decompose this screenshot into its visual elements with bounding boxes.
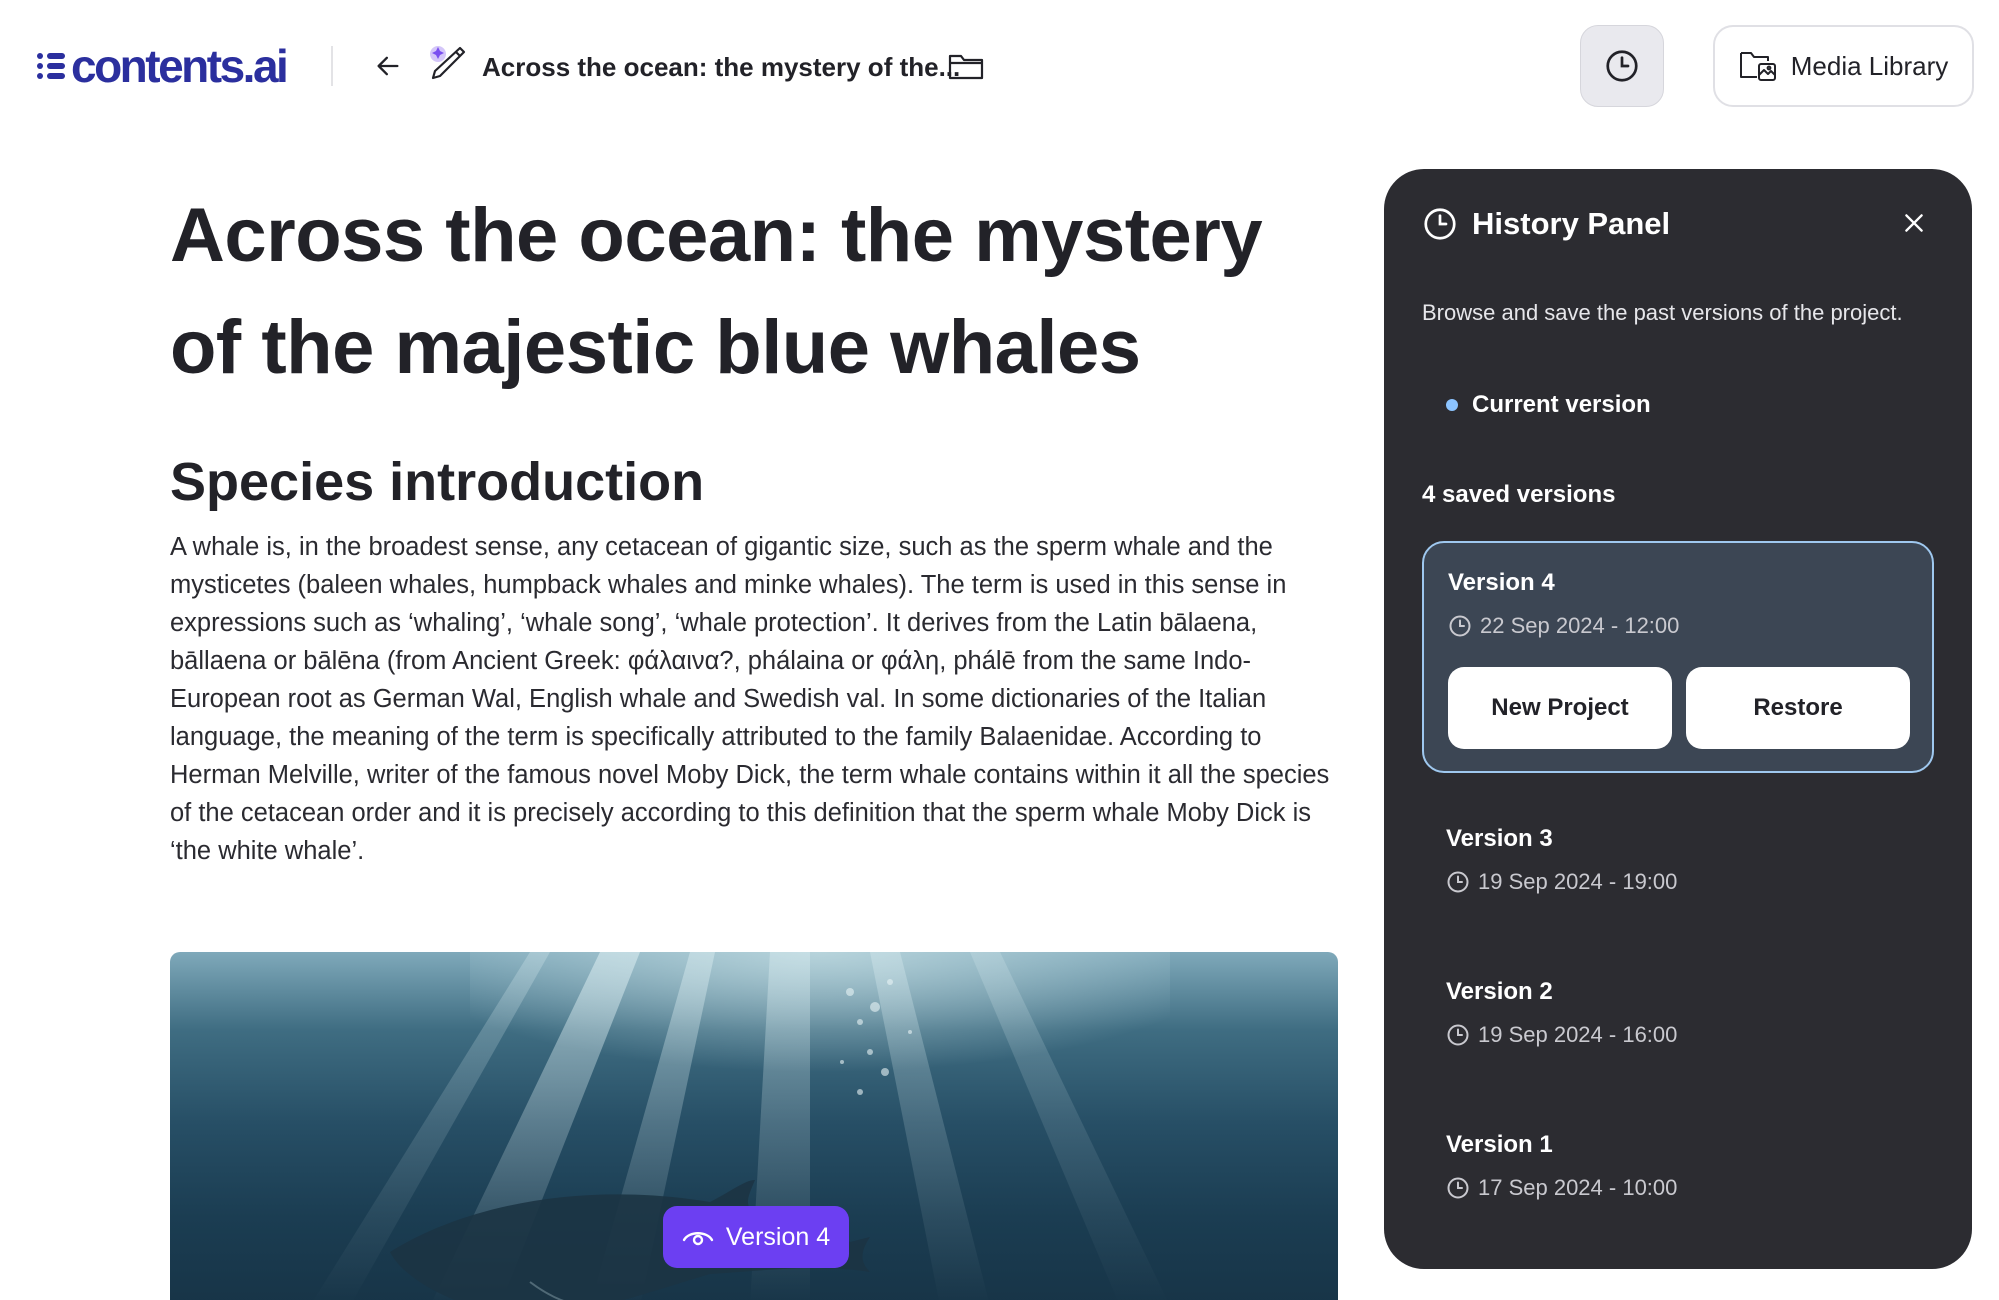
- history-button[interactable]: [1580, 25, 1664, 107]
- article-title[interactable]: Across the ocean: the mystery of the maj…: [170, 180, 1340, 404]
- eye-icon: [682, 1232, 714, 1246]
- clock-icon: [1449, 615, 1471, 637]
- clock-icon: [1606, 50, 1638, 82]
- version-preview-chip[interactable]: Version 4: [663, 1206, 849, 1268]
- back-arrow-icon: [377, 56, 399, 76]
- restore-button[interactable]: Restore: [1686, 667, 1910, 749]
- version-date-text: 17 Sep 2024 - 10:00: [1478, 1175, 1678, 1200]
- version-card-1[interactable]: Version 1 17 Sep 2024 - 10:00: [1422, 1105, 1934, 1205]
- version-card-3[interactable]: Version 3 19 Sep 2024 - 19:00: [1422, 799, 1934, 899]
- back-button[interactable]: [368, 46, 408, 86]
- version-chip-label: Version 4: [725, 1222, 831, 1251]
- version-name: Version 4: [1448, 569, 1555, 596]
- version-date-text: 22 Sep 2024 - 12:00: [1480, 613, 1680, 638]
- clock-icon: [1424, 208, 1456, 240]
- folder-button[interactable]: [946, 46, 986, 86]
- version-name: Version 1: [1446, 1131, 1553, 1158]
- header-divider: [331, 46, 333, 86]
- close-panel-button[interactable]: [1894, 203, 1934, 243]
- clock-icon: [1447, 1177, 1469, 1199]
- media-library-button[interactable]: Media Library: [1713, 25, 1974, 107]
- current-version-item[interactable]: Current version: [1446, 391, 1651, 419]
- document-title[interactable]: Across the ocean: the mystery of the...: [482, 50, 960, 84]
- section-heading[interactable]: Species introduction: [170, 450, 1340, 514]
- folder-icon: [948, 54, 984, 80]
- version-date: 19 Sep 2024 - 16:00: [1446, 1022, 1677, 1048]
- version-date: 19 Sep 2024 - 19:00: [1446, 869, 1677, 895]
- clock-icon: [1447, 871, 1469, 893]
- history-panel-header: History Panel: [1422, 199, 1670, 249]
- version-date-text: 19 Sep 2024 - 19:00: [1478, 869, 1678, 894]
- logo-list-icon: [37, 51, 67, 81]
- clock-icon: [1447, 1024, 1469, 1046]
- media-library-label: Media Library: [1790, 50, 1949, 81]
- history-panel-description: Browse and save the past versions of the…: [1422, 300, 1903, 325]
- pen-sparkle-icon: [430, 46, 466, 80]
- article-paragraph[interactable]: A whale is, in the broadest sense, any c…: [170, 528, 1340, 870]
- version-name: Version 3: [1446, 825, 1553, 852]
- version-card-2[interactable]: Version 2 19 Sep 2024 - 16:00: [1422, 952, 1934, 1052]
- logo[interactable]: contents.ai: [37, 38, 289, 94]
- current-version-label: Current version: [1472, 391, 1651, 418]
- version-card-4[interactable]: Version 4 22 Sep 2024 - 12:00 New Projec…: [1422, 541, 1934, 773]
- saved-versions-count: 4 saved versions: [1422, 481, 1616, 508]
- close-icon: [1905, 214, 1923, 232]
- article: Across the ocean: the mystery of the maj…: [170, 180, 1340, 870]
- new-project-button[interactable]: New Project: [1448, 667, 1672, 749]
- version-date: 22 Sep 2024 - 12:00: [1448, 613, 1679, 639]
- history-panel-title: History Panel: [1472, 206, 1671, 241]
- version-date: 17 Sep 2024 - 10:00: [1446, 1175, 1677, 1201]
- logo-text: contents.ai: [71, 40, 289, 92]
- current-version-dot: [1446, 399, 1458, 411]
- version-actions: New Project Restore: [1448, 667, 1910, 749]
- top-bar: contents.ai Across the ocean: the myster…: [0, 0, 1999, 132]
- version-name: Version 2: [1446, 978, 1553, 1005]
- media-library-icon: [1739, 52, 1776, 81]
- history-panel: History Panel Browse and save the past v…: [1384, 169, 1972, 1269]
- version-date-text: 19 Sep 2024 - 16:00: [1478, 1022, 1678, 1047]
